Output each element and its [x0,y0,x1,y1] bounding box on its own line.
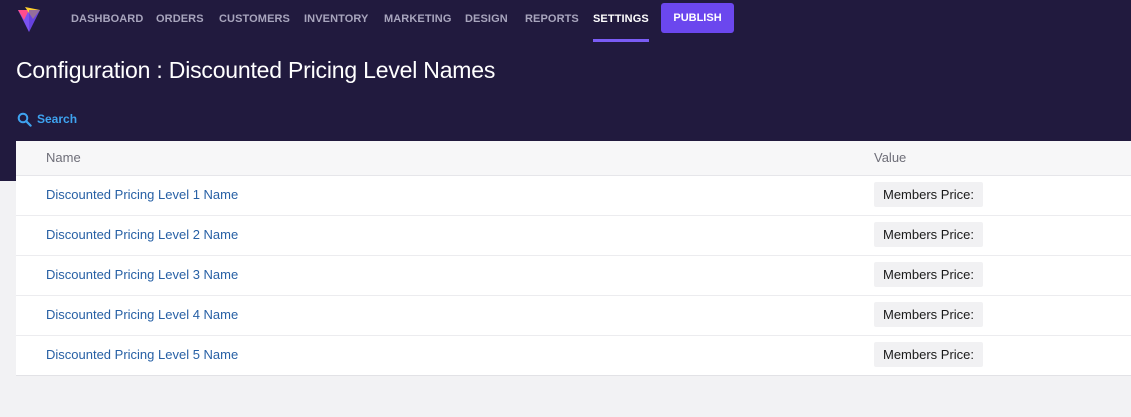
table-header: Name Value [16,141,1131,176]
nav-reports[interactable]: REPORTS [525,0,579,40]
logo-icon[interactable] [16,6,42,34]
nav-customers[interactable]: CUSTOMERS [219,0,290,40]
nav-marketing[interactable]: MARKETING [384,0,452,40]
setting-value[interactable]: Members Price: [874,262,984,287]
nav-dashboard[interactable]: DASHBOARD [71,0,143,40]
nav-inventory[interactable]: INVENTORY [304,0,368,40]
settings-table: Name Value Discounted Pricing Level 1 Na… [16,141,1131,376]
nav-design[interactable]: DESIGN [465,0,508,40]
search-link[interactable]: Search [17,110,77,128]
setting-name-link[interactable]: Discounted Pricing Level 4 Name [46,295,238,335]
top-navigation: DASHBOARD ORDERS CUSTOMERS INVENTORY MAR… [0,0,1131,42]
setting-name-link[interactable]: Discounted Pricing Level 2 Name [46,215,238,255]
search-label: Search [37,112,78,126]
search-icon [17,112,32,127]
setting-value[interactable]: Members Price: [874,342,984,367]
nav-orders[interactable]: ORDERS [156,0,204,40]
table-row: Discounted Pricing Level 5 Name Members … [16,335,1131,375]
setting-name-link[interactable]: Discounted Pricing Level 5 Name [46,335,238,375]
table-row: Discounted Pricing Level 2 Name Members … [16,215,1131,256]
setting-value[interactable]: Members Price: [874,182,984,207]
setting-name-link[interactable]: Discounted Pricing Level 3 Name [46,255,238,295]
column-header-name: Name [46,150,81,165]
table-row: Discounted Pricing Level 1 Name Members … [16,175,1131,216]
publish-button[interactable]: PUBLISH [661,3,734,33]
nav-settings[interactable]: SETTINGS [593,0,649,42]
setting-value[interactable]: Members Price: [874,222,984,247]
page-title: Configuration : Discounted Pricing Level… [16,57,496,83]
column-header-value: Value [874,150,907,165]
table-row: Discounted Pricing Level 3 Name Members … [16,255,1131,296]
setting-name-link[interactable]: Discounted Pricing Level 1 Name [46,175,238,215]
table-row: Discounted Pricing Level 4 Name Members … [16,295,1131,336]
setting-value[interactable]: Members Price: [874,302,984,327]
